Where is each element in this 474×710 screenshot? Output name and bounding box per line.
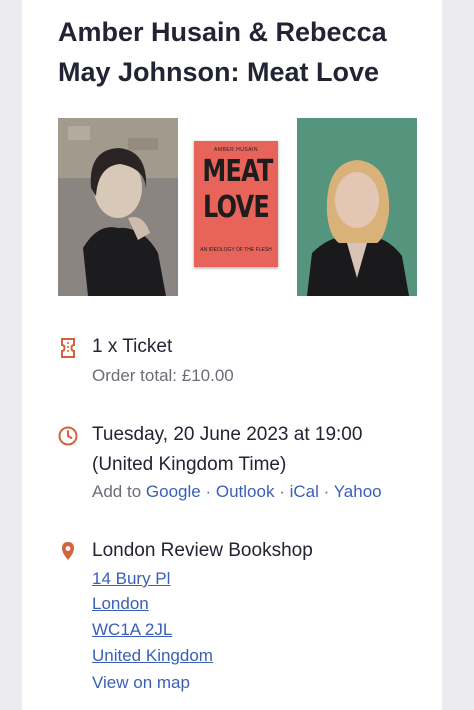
venue-name: London Review Bookshop — [92, 540, 313, 561]
book-cover-title-line1: MEAT — [202, 154, 273, 189]
address-line-country[interactable]: United Kingdom — [92, 646, 213, 666]
location-pin-icon — [58, 541, 78, 561]
calendar-ical-link[interactable]: iCal — [290, 482, 319, 501]
event-title: Amber Husain & Rebecca May Johnson: Meat… — [58, 17, 387, 87]
view-on-map-link[interactable]: View on map — [92, 673, 190, 693]
separator: · — [279, 482, 285, 501]
calendar-outlook-link[interactable]: Outlook — [216, 482, 275, 501]
address-line-street[interactable]: 14 Bury Pl — [92, 569, 170, 589]
book-cover-title-line2: LOVE — [203, 190, 270, 225]
book-cover-subtitle: AN IDEOLOGY OF THE FLESH — [200, 247, 272, 253]
event-card: Amber Husain & Rebecca May Johnson: Meat… — [22, 0, 442, 710]
separator: · — [323, 482, 330, 501]
author-photo-amber-husain — [58, 118, 178, 296]
event-date: Tuesday, 20 June 2023 at 19:00 — [92, 424, 363, 445]
calendar-yahoo-link[interactable]: Yahoo — [334, 482, 382, 501]
book-cover-author: AMBER HUSAIN — [213, 147, 259, 153]
ticket-quantity: 1 x Ticket — [92, 336, 173, 357]
author-photo-rebecca-may-johnson — [297, 118, 417, 296]
calendar-google-link[interactable]: Google — [146, 482, 201, 501]
address-line-postcode[interactable]: WC1A 2JL — [92, 620, 172, 640]
add-to-calendar: Add to Google · Outlook · iCal · Yahoo — [92, 482, 382, 502]
address-line-city[interactable]: London — [92, 594, 149, 614]
clock-icon — [58, 426, 78, 446]
order-total: Order total: £10.00 — [92, 366, 234, 385]
separator: · — [205, 482, 212, 501]
ticket-icon — [58, 338, 78, 358]
add-to-label: Add to — [92, 482, 142, 501]
book-cover: AMBER HUSAIN MEAT LOVE AN IDEOLOGY OF TH… — [194, 141, 278, 267]
event-timezone: (United Kingdom Time) — [92, 454, 287, 475]
